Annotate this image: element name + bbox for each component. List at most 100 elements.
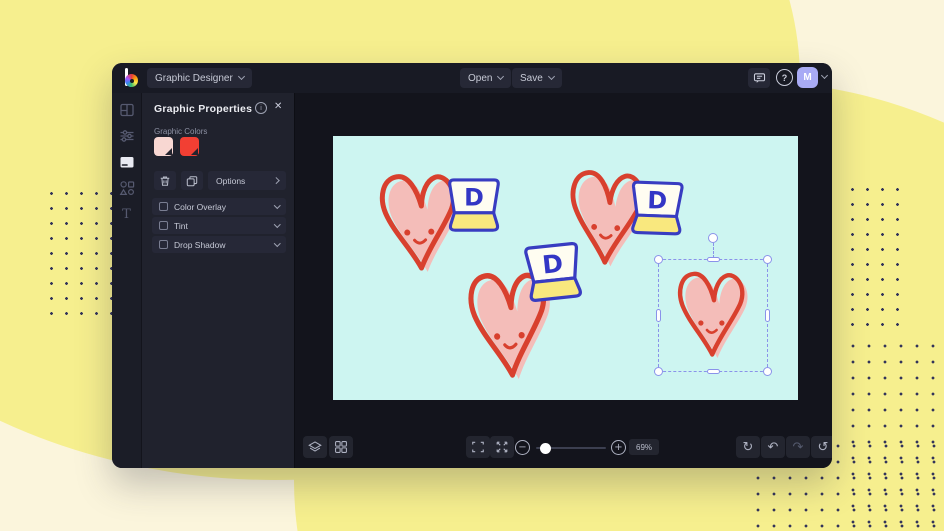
resize-handle-top-left[interactable] xyxy=(654,255,663,264)
fullscreen-button[interactable] xyxy=(490,436,514,458)
zoom-percent: 69% xyxy=(636,442,653,452)
account-avatar[interactable]: M xyxy=(797,67,818,88)
avatar-initial: M xyxy=(803,72,812,83)
redo-icon: ↷ xyxy=(792,439,804,455)
checkbox[interactable] xyxy=(159,202,168,211)
properties-panel-icon xyxy=(120,157,133,168)
save-label: Save xyxy=(520,72,543,84)
sidebar-item-adjustments[interactable] xyxy=(119,128,135,144)
effect-row-tint[interactable]: Tint xyxy=(152,217,286,234)
resize-handle-top-right[interactable] xyxy=(763,255,772,264)
sliders-icon xyxy=(120,130,133,142)
sidebar-item-graphics[interactable] xyxy=(119,180,135,196)
history-reset-button[interactable]: ↺ xyxy=(811,436,832,458)
key-letter: D xyxy=(541,249,565,280)
dot-pattern-left xyxy=(44,186,116,324)
layers-icon xyxy=(308,441,322,452)
tool-rail: T xyxy=(112,93,142,468)
artboard[interactable]: D D D xyxy=(333,136,798,400)
duplicate-icon xyxy=(186,175,198,186)
color-swatch-pink[interactable] xyxy=(154,137,173,156)
zoom-level-badge: 69% xyxy=(629,439,660,455)
open-label: Open xyxy=(468,72,493,84)
shapes-icon xyxy=(119,181,134,196)
panel-title: Graphic Properties xyxy=(154,103,253,115)
chevron-down-icon xyxy=(273,221,280,228)
resize-handle-bottom[interactable] xyxy=(706,369,720,374)
graphic-colors-label: Graphic Colors xyxy=(154,127,208,136)
zoom-slider-knob[interactable] xyxy=(540,442,551,454)
effect-row-drop-shadow[interactable]: Drop Shadow xyxy=(152,236,286,253)
rotate-handle[interactable] xyxy=(708,233,718,243)
zoom-slider[interactable] xyxy=(536,442,606,454)
text-tool-icon: T xyxy=(122,206,131,222)
key-letter: D xyxy=(464,184,484,212)
question-mark-icon: ? xyxy=(781,72,788,83)
help-button[interactable]: ? xyxy=(776,69,793,86)
sidebar-item-graphic-properties[interactable] xyxy=(119,154,135,170)
effect-label: Color Overlay xyxy=(174,201,226,212)
delete-button[interactable] xyxy=(154,171,176,190)
app-mode-label: Graphic Designer xyxy=(155,72,233,84)
chevron-down-icon xyxy=(237,72,245,81)
options-label: Options xyxy=(216,175,246,186)
resize-handle-left[interactable] xyxy=(656,309,661,322)
top-bar: Graphic Designer Open Save ? M xyxy=(112,63,832,93)
zoom-out-button[interactable]: − xyxy=(515,440,530,455)
keyboard-key-graphic-1[interactable]: D xyxy=(442,176,506,235)
chevron-down-icon xyxy=(497,72,505,81)
info-icon: i xyxy=(260,104,262,112)
account-menu-chevron-icon[interactable] xyxy=(820,71,829,80)
effect-label: Drop Shadow xyxy=(174,239,226,250)
sidebar-item-templates[interactable] xyxy=(119,102,135,118)
keyboard-key-graphic-2[interactable]: D xyxy=(624,178,690,239)
open-button[interactable]: Open xyxy=(460,68,512,88)
checkbox[interactable] xyxy=(159,240,168,249)
chevron-down-icon xyxy=(547,72,555,81)
history-icon: ↺ xyxy=(817,439,829,455)
pages-button[interactable] xyxy=(329,436,353,458)
fullscreen-icon xyxy=(496,441,508,453)
duplicate-button[interactable] xyxy=(181,171,203,190)
app-mode-menu-button[interactable]: Graphic Designer xyxy=(147,68,252,88)
resize-handle-right[interactable] xyxy=(765,309,770,322)
fit-screen-icon xyxy=(472,441,484,453)
resize-handle-top[interactable] xyxy=(706,257,720,262)
resize-handle-bottom-right[interactable] xyxy=(763,367,772,376)
template-icon xyxy=(119,103,134,117)
app-window: Graphic Designer Open Save ? M T Graphic… xyxy=(112,63,832,468)
refresh-icon: ↻ xyxy=(742,439,754,455)
chevron-right-icon xyxy=(272,177,279,184)
chevron-down-icon xyxy=(273,202,280,209)
close-icon: ✕ xyxy=(274,101,283,112)
color-swatch-red[interactable] xyxy=(180,137,199,156)
rotation-stem xyxy=(713,243,714,258)
sidebar-item-text[interactable]: T xyxy=(119,206,135,222)
checkbox[interactable] xyxy=(159,221,168,230)
chevron-down-icon xyxy=(273,240,280,247)
befunky-logo-icon[interactable] xyxy=(123,68,143,88)
graphic-properties-panel: Graphic Properties i ✕ Graphic Colors Op… xyxy=(142,93,295,468)
key-letter: D xyxy=(647,186,668,215)
fit-screen-button[interactable] xyxy=(466,436,490,458)
save-button[interactable]: Save xyxy=(512,68,562,88)
keyboard-key-graphic-3[interactable]: D xyxy=(517,239,590,307)
redo-button[interactable]: ↷ xyxy=(786,436,810,458)
undo-button[interactable]: ↶ xyxy=(761,436,785,458)
options-button[interactable]: Options xyxy=(208,171,286,190)
desktop-background: Graphic Designer Open Save ? M T Graphic… xyxy=(0,0,944,531)
selection-box[interactable] xyxy=(654,233,772,376)
grid-icon xyxy=(335,441,347,453)
resize-handle-bottom-left[interactable] xyxy=(654,367,663,376)
refresh-button[interactable]: ↻ xyxy=(736,436,760,458)
close-panel-button[interactable]: ✕ xyxy=(274,101,282,112)
trash-icon xyxy=(160,176,170,186)
layers-button[interactable] xyxy=(303,436,327,458)
feedback-button[interactable] xyxy=(748,68,770,88)
zoom-in-button[interactable]: + xyxy=(611,440,626,455)
effect-row-color-overlay[interactable]: Color Overlay xyxy=(152,198,286,215)
info-button[interactable]: i xyxy=(255,102,267,114)
speech-bubble-icon xyxy=(753,72,765,83)
undo-icon: ↶ xyxy=(767,439,779,455)
canvas-area[interactable]: D D D − + 69% ↻ ↶ ↷ ↺ xyxy=(295,93,832,468)
